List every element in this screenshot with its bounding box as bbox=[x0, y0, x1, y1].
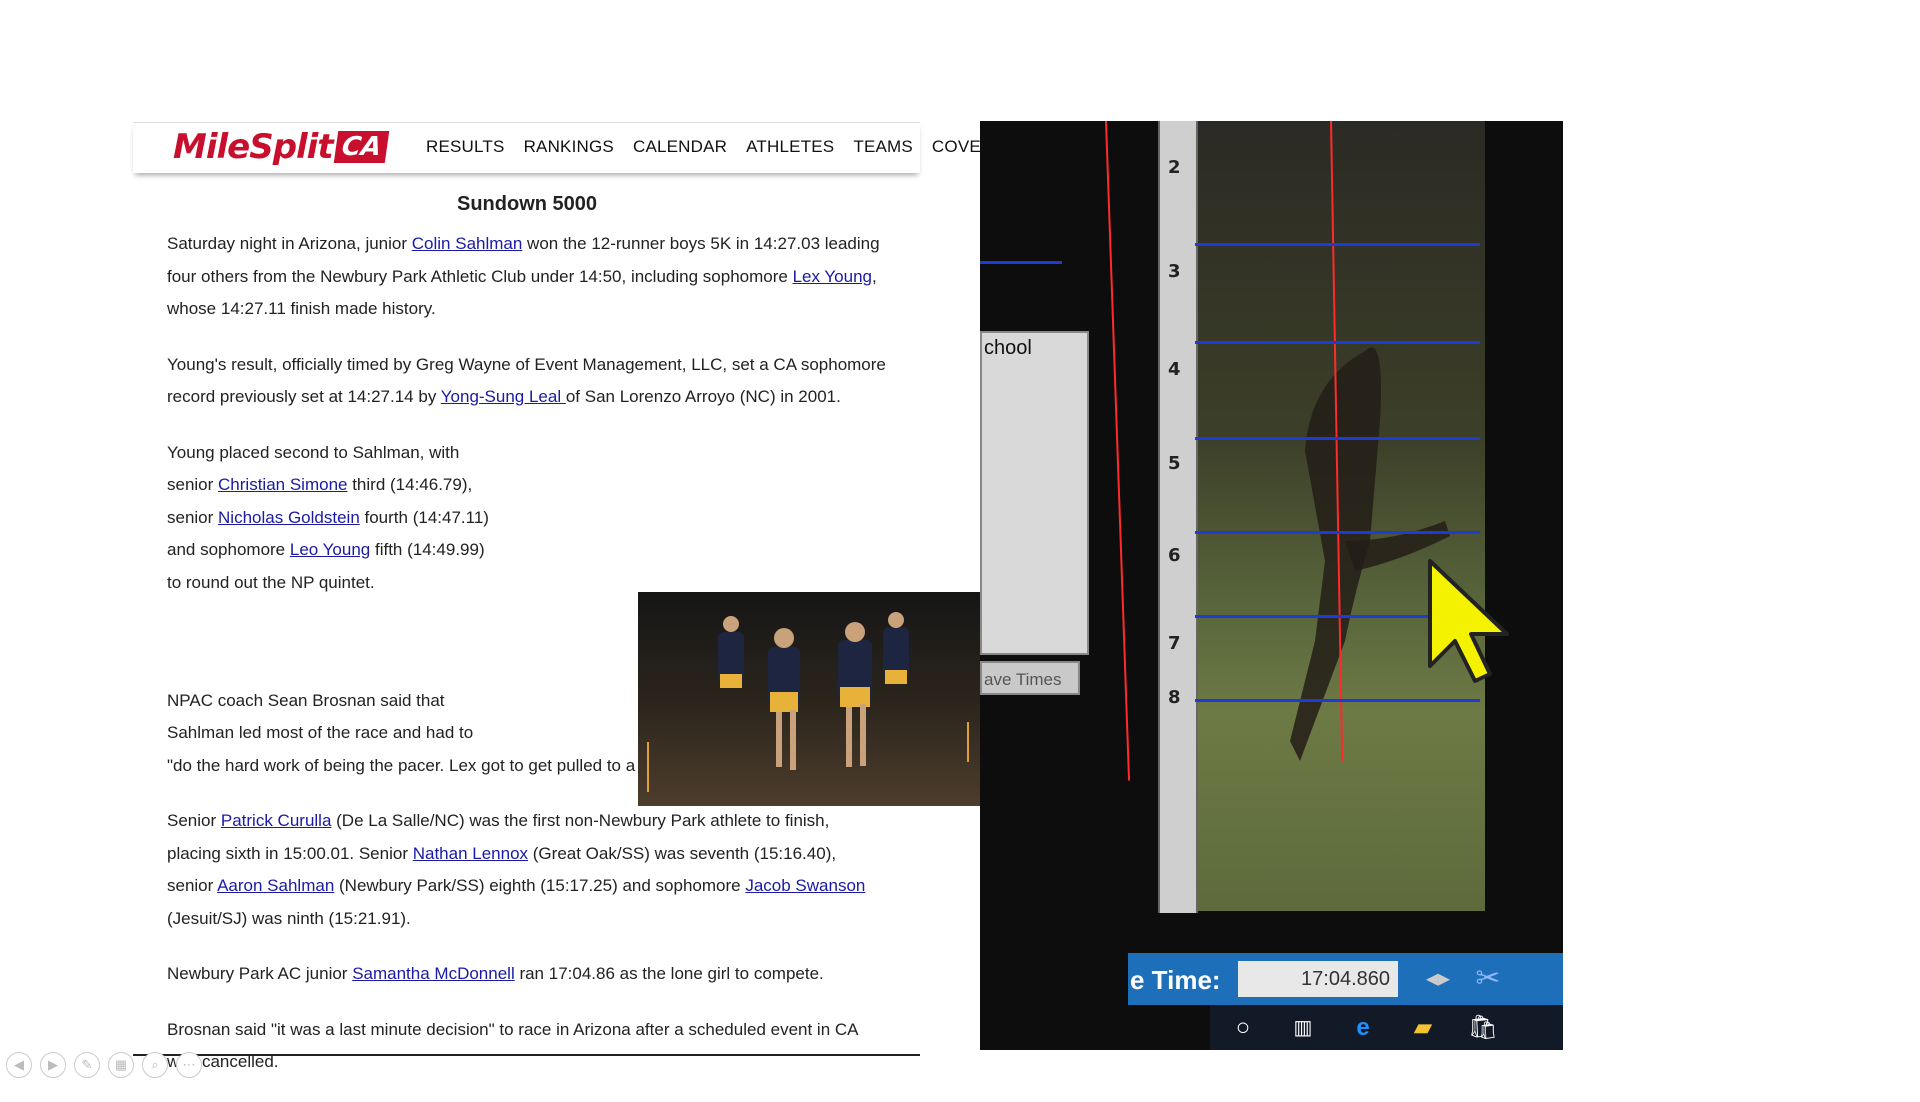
task-view-icon[interactable]: ▥ bbox=[1288, 1013, 1318, 1043]
mouse-pointer-icon bbox=[1428, 559, 1509, 683]
lane-number: 2 bbox=[1168, 157, 1181, 178]
runner-silhouette bbox=[1290, 347, 1450, 761]
text: Senior bbox=[167, 811, 221, 830]
paragraph-1: Saturday night in Arizona, junior Colin … bbox=[167, 228, 887, 326]
athlete-link-yong-sung-leal[interactable]: Yong-Sung Leal bbox=[441, 387, 566, 406]
save-times-button[interactable]: ave Times bbox=[980, 661, 1080, 695]
slideshow-controls: ◀ ▶ ✎ ▦ ⌕ ⋯ bbox=[6, 1052, 202, 1078]
lane-number: 3 bbox=[1168, 261, 1181, 282]
nav-results[interactable]: RESULTS bbox=[426, 137, 505, 157]
paragraph-3: Young placed second to Sahlman, with sen… bbox=[167, 437, 497, 600]
step-arrows-icon[interactable]: ◂▸ bbox=[1418, 959, 1458, 999]
side-panel-label: chool bbox=[984, 337, 1032, 359]
lane-number: 5 bbox=[1168, 453, 1181, 474]
athlete-link-jacob-swanson[interactable]: Jacob Swanson bbox=[745, 876, 865, 895]
text: Saturday night in Arizona, junior bbox=[167, 234, 412, 253]
text: (Newbury Park/SS) eighth (15:17.25) and … bbox=[334, 876, 746, 895]
paragraph-2: Young's result, officially timed by Greg… bbox=[167, 349, 887, 414]
lane-line bbox=[980, 261, 1062, 264]
lane-line bbox=[1195, 341, 1480, 344]
store-icon[interactable]: 🛍 bbox=[1468, 1013, 1498, 1043]
nav-athletes[interactable]: ATHLETES bbox=[746, 137, 834, 157]
pen-icon[interactable]: ✎ bbox=[74, 1052, 100, 1078]
file-explorer-icon[interactable]: ▰ bbox=[1408, 1013, 1438, 1043]
text: of San Lorenzo Arroyo (NC) in 2001. bbox=[565, 387, 841, 406]
nav-rankings[interactable]: RANKINGS bbox=[524, 137, 614, 157]
athlete-link-nicholas-goldstein[interactable]: Nicholas Goldstein bbox=[218, 508, 360, 527]
scissors-icon[interactable]: ✂ bbox=[1468, 959, 1508, 999]
photo-finish-screenshot: chool ave Times 2 3 4 5 6 7 8 e Time: 17… bbox=[980, 121, 1563, 1050]
article-title: Sundown 5000 bbox=[456, 193, 598, 215]
lane-line bbox=[1195, 531, 1480, 534]
athlete-link-leo-young[interactable]: Leo Young bbox=[290, 540, 370, 559]
logo-text: MileSplit bbox=[173, 127, 334, 167]
text: NPAC coach Sean Brosnan said that Sahlma… bbox=[167, 690, 474, 743]
site-header: MileSplit CA RESULTS RANKINGS CALENDAR A… bbox=[133, 122, 993, 173]
text: Brosnan said "it was a last minute decis… bbox=[167, 1019, 858, 1072]
lane-number: 4 bbox=[1168, 359, 1181, 380]
lane-number: 6 bbox=[1168, 545, 1181, 566]
zoom-icon[interactable]: ⌕ bbox=[142, 1052, 168, 1078]
lane-number: 7 bbox=[1168, 633, 1181, 654]
text: (Jesuit/SJ) was ninth (15:21.91). bbox=[167, 908, 411, 928]
runners-illustration bbox=[638, 592, 1018, 806]
main-nav: RESULTS RANKINGS CALENDAR ATHLETES TEAMS… bbox=[426, 137, 993, 157]
windows-taskbar: ○ ▥ e ▰ 🛍 bbox=[1210, 1005, 1563, 1050]
paragraph-5: Senior Patrick Curulla (De La Salle/NC) … bbox=[167, 805, 887, 935]
more-options-icon[interactable]: ⋯ bbox=[176, 1052, 202, 1078]
paragraph-7: Brosnan said "it was a last minute decis… bbox=[167, 1014, 887, 1079]
article-screenshot: MileSplit CA RESULTS RANKINGS CALENDAR A… bbox=[133, 122, 1018, 1071]
previous-slide-icon[interactable]: ◀ bbox=[6, 1052, 32, 1078]
athlete-link-nathan-lennox[interactable]: Nathan Lennox bbox=[413, 844, 528, 863]
article-bottom-rule bbox=[133, 1054, 920, 1056]
milesplit-logo[interactable]: MileSplit CA bbox=[173, 127, 390, 167]
finish-reference-line bbox=[1105, 121, 1131, 781]
athlete-link-lex-young[interactable]: Lex Young bbox=[793, 267, 872, 286]
slides-grid-icon[interactable]: ▦ bbox=[108, 1052, 134, 1078]
logo-state-badge: CA bbox=[333, 131, 390, 163]
athlete-link-christian-simone[interactable]: Christian Simone bbox=[218, 475, 347, 494]
lane-line bbox=[1195, 243, 1480, 246]
time-label: e Time: bbox=[1130, 965, 1221, 995]
text: Newbury Park AC junior bbox=[167, 964, 353, 983]
results-side-panel: chool bbox=[980, 331, 1089, 655]
lane-ruler: 2 3 4 5 6 7 8 bbox=[1158, 121, 1198, 913]
text: ran 17:04.86 as the lone girl to compete… bbox=[514, 964, 824, 983]
cortana-circle-icon[interactable]: ○ bbox=[1228, 1013, 1258, 1043]
lane-line bbox=[1195, 699, 1480, 702]
finish-image bbox=[1195, 121, 1485, 911]
nav-teams[interactable]: TEAMS bbox=[853, 137, 913, 157]
race-photo bbox=[638, 592, 1018, 806]
time-toolbar: e Time: 17:04.860 ◂▸ ✂ bbox=[1128, 953, 1563, 1005]
athlete-link-patrick-curulla[interactable]: Patrick Curulla bbox=[221, 811, 332, 830]
athlete-link-colin-sahlman[interactable]: Colin Sahlman bbox=[412, 234, 523, 253]
lane-line bbox=[1195, 437, 1480, 440]
athlete-link-samantha-mcdonnell[interactable]: Samantha McDonnell bbox=[352, 964, 515, 983]
nav-calendar[interactable]: CALENDAR bbox=[633, 137, 727, 157]
paragraph-6: Newbury Park AC junior Samantha McDonnel… bbox=[167, 958, 887, 991]
lane-number: 8 bbox=[1168, 687, 1181, 708]
athlete-link-aaron-sahlman[interactable]: Aaron Sahlman bbox=[217, 876, 334, 895]
time-value-field[interactable]: 17:04.860 bbox=[1238, 961, 1398, 997]
edge-browser-icon[interactable]: e bbox=[1348, 1013, 1378, 1043]
next-slide-icon[interactable]: ▶ bbox=[40, 1052, 66, 1078]
